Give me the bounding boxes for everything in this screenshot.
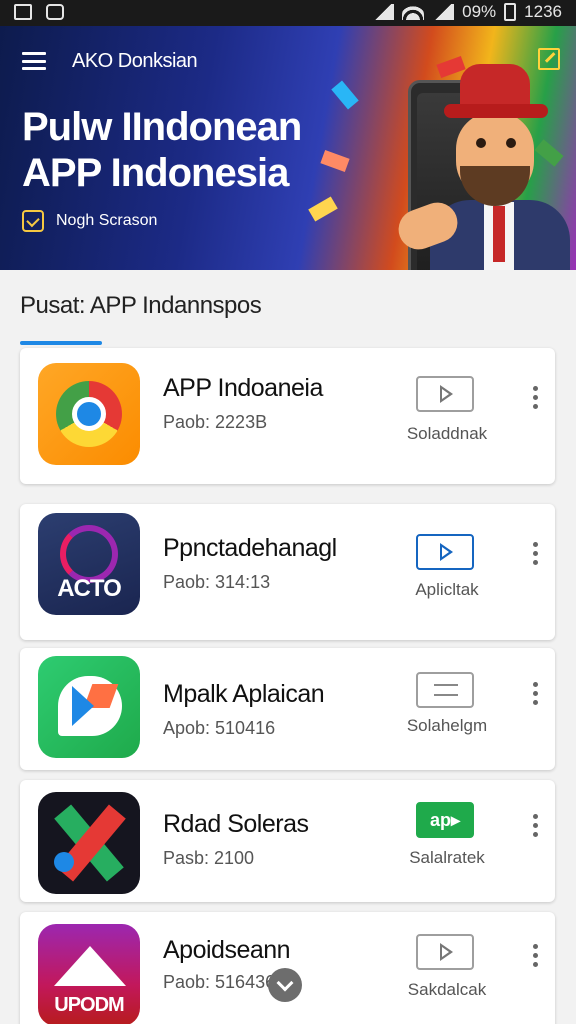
mute-icon	[372, 4, 395, 20]
confetti-shape	[308, 196, 338, 222]
more-vertical-icon[interactable]	[533, 542, 539, 566]
upodm-app-icon[interactable]: UPODM	[38, 924, 140, 1024]
action-label: Soladdnak	[406, 424, 488, 443]
section-tab-indicator	[20, 341, 102, 345]
banner-title: Pulw IIndonean APP Indonesia	[22, 104, 352, 196]
app-card[interactable]: ACTO Ppnctadehanagl Paob: 314:13 Apliclt…	[20, 504, 555, 640]
app-meta: Paob: 2223B	[163, 412, 268, 432]
play-icon	[440, 543, 453, 561]
maps-app-icon[interactable]	[38, 656, 140, 758]
status-bar: 09% 1236	[0, 0, 576, 26]
app-icon-text: ACTO	[57, 575, 122, 602]
menu-icon[interactable]	[22, 52, 46, 70]
clock: 1236	[524, 2, 562, 21]
more-vertical-icon[interactable]	[533, 682, 539, 706]
play-icon	[440, 943, 453, 961]
action-label: Aplicltak	[415, 580, 479, 599]
banner-title-line-1: Pulw IIndonean	[22, 105, 302, 149]
chrome-app-icon[interactable]	[38, 363, 140, 465]
check-icon	[22, 210, 44, 232]
get-app-button-label: ap▸	[429, 810, 461, 830]
app-name: Rdad Soleras	[163, 810, 309, 838]
app-name: Ppnctadehanagl	[163, 534, 337, 562]
list-icon	[434, 684, 458, 696]
app-meta: Paob: 516436	[163, 972, 276, 992]
play-button[interactable]	[416, 934, 474, 970]
more-vertical-icon[interactable]	[533, 386, 539, 410]
play-button[interactable]	[416, 534, 474, 570]
app-card[interactable]: Rdad Soleras Pasb: 2100 ap▸ Salalratek	[20, 780, 555, 902]
wifi-icon	[402, 4, 425, 20]
app-meta: Apob: 510416	[163, 718, 276, 738]
gallery-icon	[14, 4, 32, 20]
app-meta: Pasb: 2100	[163, 848, 255, 868]
app-name: Mpalk Aplaican	[163, 680, 325, 708]
app-name: APP Indoaneia	[163, 374, 323, 402]
banner-title-line-2: APP Indonesia	[22, 151, 289, 195]
section-title: Pusat: APP Indannspos	[20, 292, 262, 319]
action-label: Sakdalcak	[407, 980, 487, 999]
action-label: Solahelgm	[406, 716, 488, 735]
more-vertical-icon[interactable]	[533, 944, 539, 968]
signal-icon	[432, 4, 455, 20]
get-app-button[interactable]: ap▸	[416, 802, 474, 838]
notification-icon	[46, 4, 64, 20]
play-button[interactable]	[416, 376, 474, 412]
scroll-down-button[interactable]	[268, 968, 302, 1002]
play-icon	[440, 385, 453, 403]
battery-icon	[504, 3, 517, 21]
acto-app-icon[interactable]: ACTO	[38, 513, 140, 615]
app-card[interactable]: Mpalk Aplaican Apob: 510416 Solahelgm	[20, 648, 555, 770]
hero-banner[interactable]: AKO Donksian Pulw IIndonean APP Indonesi…	[0, 26, 576, 270]
more-vertical-icon[interactable]	[533, 814, 539, 838]
app-brand: AKO Donksian	[72, 50, 198, 72]
app-name: Apoidseann	[163, 936, 291, 964]
list-button[interactable]	[416, 672, 474, 708]
app-icon-text: UPODM	[54, 994, 124, 1016]
banner-subtitle-row[interactable]: Nogh Scrason	[22, 210, 157, 232]
app-meta: Paob: 314:13	[163, 572, 271, 592]
x-app-icon[interactable]	[38, 792, 140, 894]
app-card[interactable]: APP Indoaneia Paob: 2223B Soladdnak	[20, 348, 555, 484]
action-label: Salalratek	[409, 848, 485, 867]
battery-percent: 09%	[462, 2, 497, 21]
banner-subtitle: Nogh Scrason	[56, 212, 158, 229]
mascot-illustration	[380, 56, 570, 270]
